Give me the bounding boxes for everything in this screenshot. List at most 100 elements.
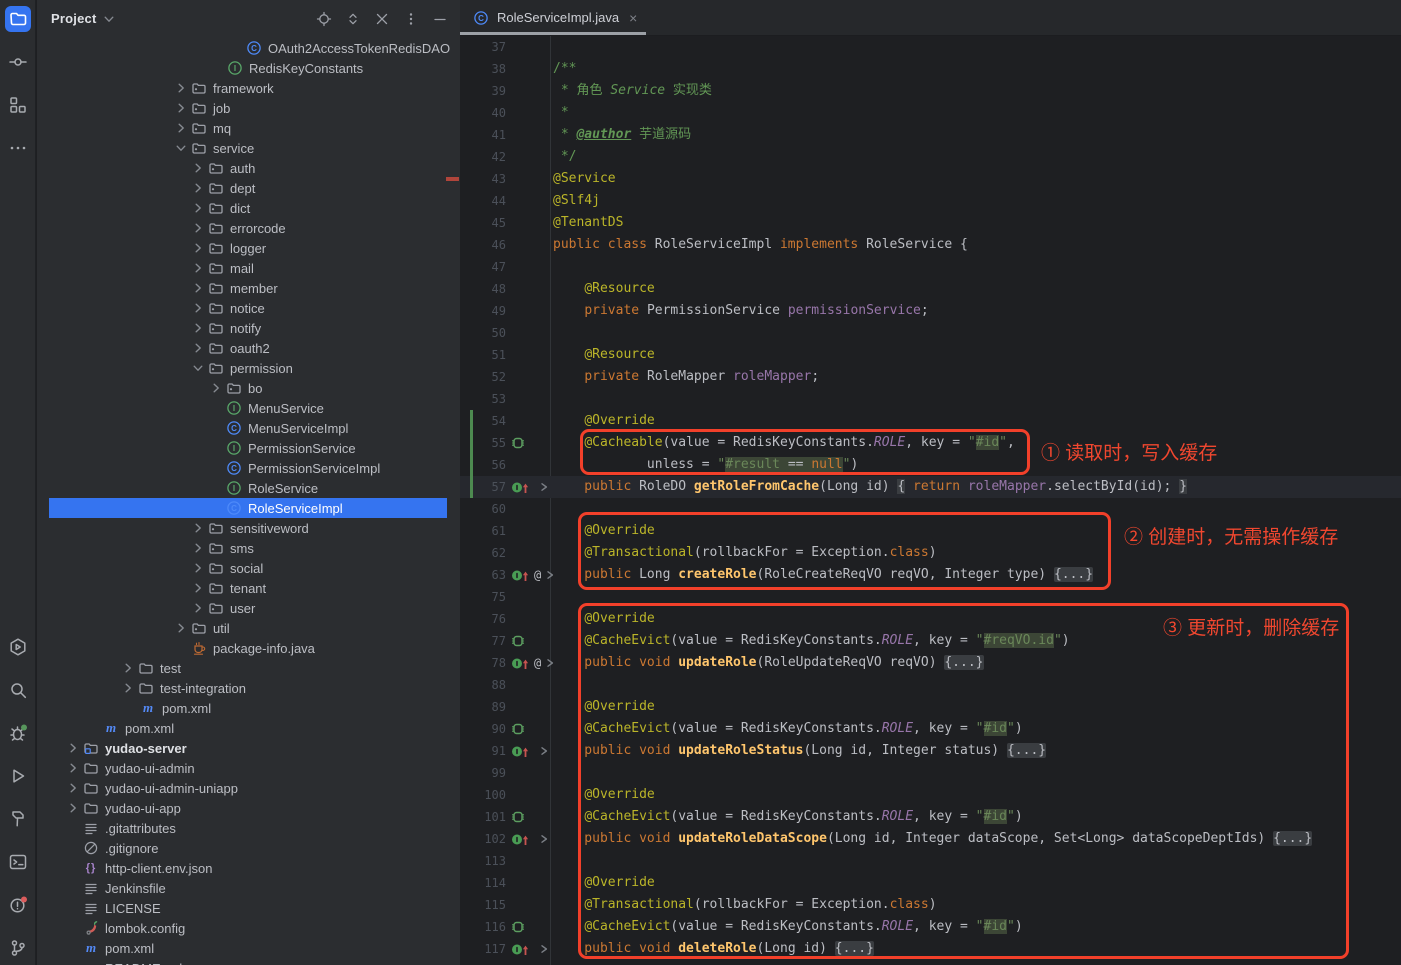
kebab-icon[interactable] (403, 11, 419, 27)
tree-item-permissionserviceimpl[interactable]: CPermissionServiceImpl (37, 458, 460, 478)
chevron-right-icon[interactable] (189, 520, 207, 536)
tree-item-pom-xml[interactable]: mpom.xml (37, 698, 460, 718)
chevron-right-icon[interactable] (189, 160, 207, 176)
tree-item-menuserviceimpl[interactable]: CMenuServiceImpl (37, 418, 460, 438)
tree-item-tenant[interactable]: tenant (37, 578, 460, 598)
hide-icon[interactable] (432, 11, 448, 27)
tree-item-notify[interactable]: notify (37, 318, 460, 338)
tree-item-framework[interactable]: framework (37, 78, 460, 98)
tree-item-pom-xml[interactable]: mpom.xml (37, 718, 460, 738)
annotated-icon[interactable]: @ (534, 568, 541, 582)
tree-item-test-integration[interactable]: test-integration (37, 678, 460, 698)
fold-icon[interactable] (538, 833, 550, 845)
tree-item-roleservice[interactable]: IRoleService (37, 478, 460, 498)
project-folder-button[interactable] (5, 6, 31, 32)
chevron-right-icon[interactable] (189, 540, 207, 556)
fold-icon[interactable] (538, 481, 550, 493)
chevron-right-icon[interactable] (189, 200, 207, 216)
chevron-right-icon[interactable] (189, 320, 207, 336)
locate-icon[interactable] (316, 11, 332, 27)
tree-item-test[interactable]: test (37, 658, 460, 678)
chevron-right-icon[interactable] (189, 280, 207, 296)
chevron-right-icon[interactable] (189, 220, 207, 236)
tree-item--gitignore[interactable]: .gitignore (37, 838, 460, 858)
tree-item-dept[interactable]: dept (37, 178, 460, 198)
tree-item-roleserviceimpl[interactable]: CRoleServiceImpl (37, 498, 460, 518)
close-icon[interactable]: × (629, 11, 637, 25)
debug-button[interactable] (5, 720, 31, 746)
chevron-right-icon[interactable] (64, 800, 82, 816)
tree-item-logger[interactable]: logger (37, 238, 460, 258)
tab-roleserviceimpl[interactable]: C RoleServiceImpl.java × (460, 0, 651, 35)
chevron-right-icon[interactable] (172, 100, 190, 116)
chevron-down-icon[interactable] (172, 140, 190, 156)
tree-item-errorcode[interactable]: errorcode (37, 218, 460, 238)
spring-bean-icon[interactable] (511, 810, 525, 824)
tree-item-yudao-ui-admin-uniapp[interactable]: yudao-ui-admin-uniapp (37, 778, 460, 798)
problems-button[interactable] (5, 892, 31, 918)
chevron-right-icon[interactable] (119, 680, 137, 696)
tree-item-permission[interactable]: permission (37, 358, 460, 378)
tree-item-jenkinsfile[interactable]: Jenkinsfile (37, 878, 460, 898)
tree-item-job[interactable]: job (37, 98, 460, 118)
tree-item-lombok-config[interactable]: lombok.config (37, 918, 460, 938)
tree-item-license[interactable]: LICENSE (37, 898, 460, 918)
tree-item-readme-md[interactable]: MREADME.md (37, 958, 460, 965)
tree-item-member[interactable]: member (37, 278, 460, 298)
overriding-method-icon[interactable] (511, 833, 531, 846)
chevron-right-icon[interactable] (189, 180, 207, 196)
tree-item-bo[interactable]: bo (37, 378, 460, 398)
overriding-method-icon[interactable] (511, 657, 531, 670)
overriding-method-icon[interactable] (511, 569, 531, 582)
tree-item-package-info-java[interactable]: package-info.java (37, 638, 460, 658)
structure-button[interactable] (5, 92, 31, 118)
chevron-right-icon[interactable] (172, 620, 190, 636)
chevron-right-icon[interactable] (207, 380, 225, 396)
tree-item-service[interactable]: service (37, 138, 460, 158)
tree-item-notice[interactable]: notice (37, 298, 460, 318)
chevron-right-icon[interactable] (172, 80, 190, 96)
tree-item-permissionservice[interactable]: IPermissionService (37, 438, 460, 458)
tree-item-menuservice[interactable]: IMenuService (37, 398, 460, 418)
services-button[interactable] (5, 634, 31, 660)
tree-item-mq[interactable]: mq (37, 118, 460, 138)
tree-item-http-client-env-json[interactable]: {}http-client.env.json (37, 858, 460, 878)
search-button[interactable] (5, 677, 31, 703)
chevron-right-icon[interactable] (189, 260, 207, 276)
chevron-right-icon[interactable] (189, 600, 207, 616)
run-button[interactable] (5, 763, 31, 789)
tree-item-auth[interactable]: auth (37, 158, 460, 178)
build-button[interactable] (5, 806, 31, 832)
chevron-right-icon[interactable] (64, 760, 82, 776)
chevron-right-icon[interactable] (189, 560, 207, 576)
tree-item-dict[interactable]: dict (37, 198, 460, 218)
tree-item--gitattributes[interactable]: .gitattributes (37, 818, 460, 838)
fold-icon[interactable] (538, 943, 550, 955)
overriding-method-icon[interactable] (511, 745, 531, 758)
chevron-right-icon[interactable] (172, 120, 190, 136)
annotated-icon[interactable]: @ (534, 656, 541, 670)
tree-item-pom-xml[interactable]: mpom.xml (37, 938, 460, 958)
chevron-right-icon[interactable] (64, 740, 82, 756)
expand-icon[interactable] (345, 11, 361, 27)
chevron-right-icon[interactable] (189, 300, 207, 316)
spring-bean-icon[interactable] (511, 722, 525, 736)
chevron-right-icon[interactable] (64, 780, 82, 796)
collapse-icon[interactable] (374, 11, 390, 27)
spring-bean-icon[interactable] (511, 920, 525, 934)
chevron-right-icon[interactable] (189, 580, 207, 596)
tree-item-sensitiveword[interactable]: sensitiveword (37, 518, 460, 538)
tree-item-social[interactable]: social (37, 558, 460, 578)
version-control-button[interactable] (5, 935, 31, 961)
chevron-right-icon[interactable] (189, 240, 207, 256)
chevron-down-icon[interactable] (101, 11, 117, 27)
commit-button[interactable] (5, 49, 31, 75)
terminal-button[interactable] (5, 849, 31, 875)
tree-item-sms[interactable]: sms (37, 538, 460, 558)
tree-item-user[interactable]: user (37, 598, 460, 618)
chevron-right-icon[interactable] (119, 660, 137, 676)
spring-bean-icon[interactable] (511, 634, 525, 648)
tree-item-yudao-ui-app[interactable]: yudao-ui-app (37, 798, 460, 818)
overriding-method-icon[interactable] (511, 943, 531, 956)
spring-bean-icon[interactable] (511, 436, 525, 450)
